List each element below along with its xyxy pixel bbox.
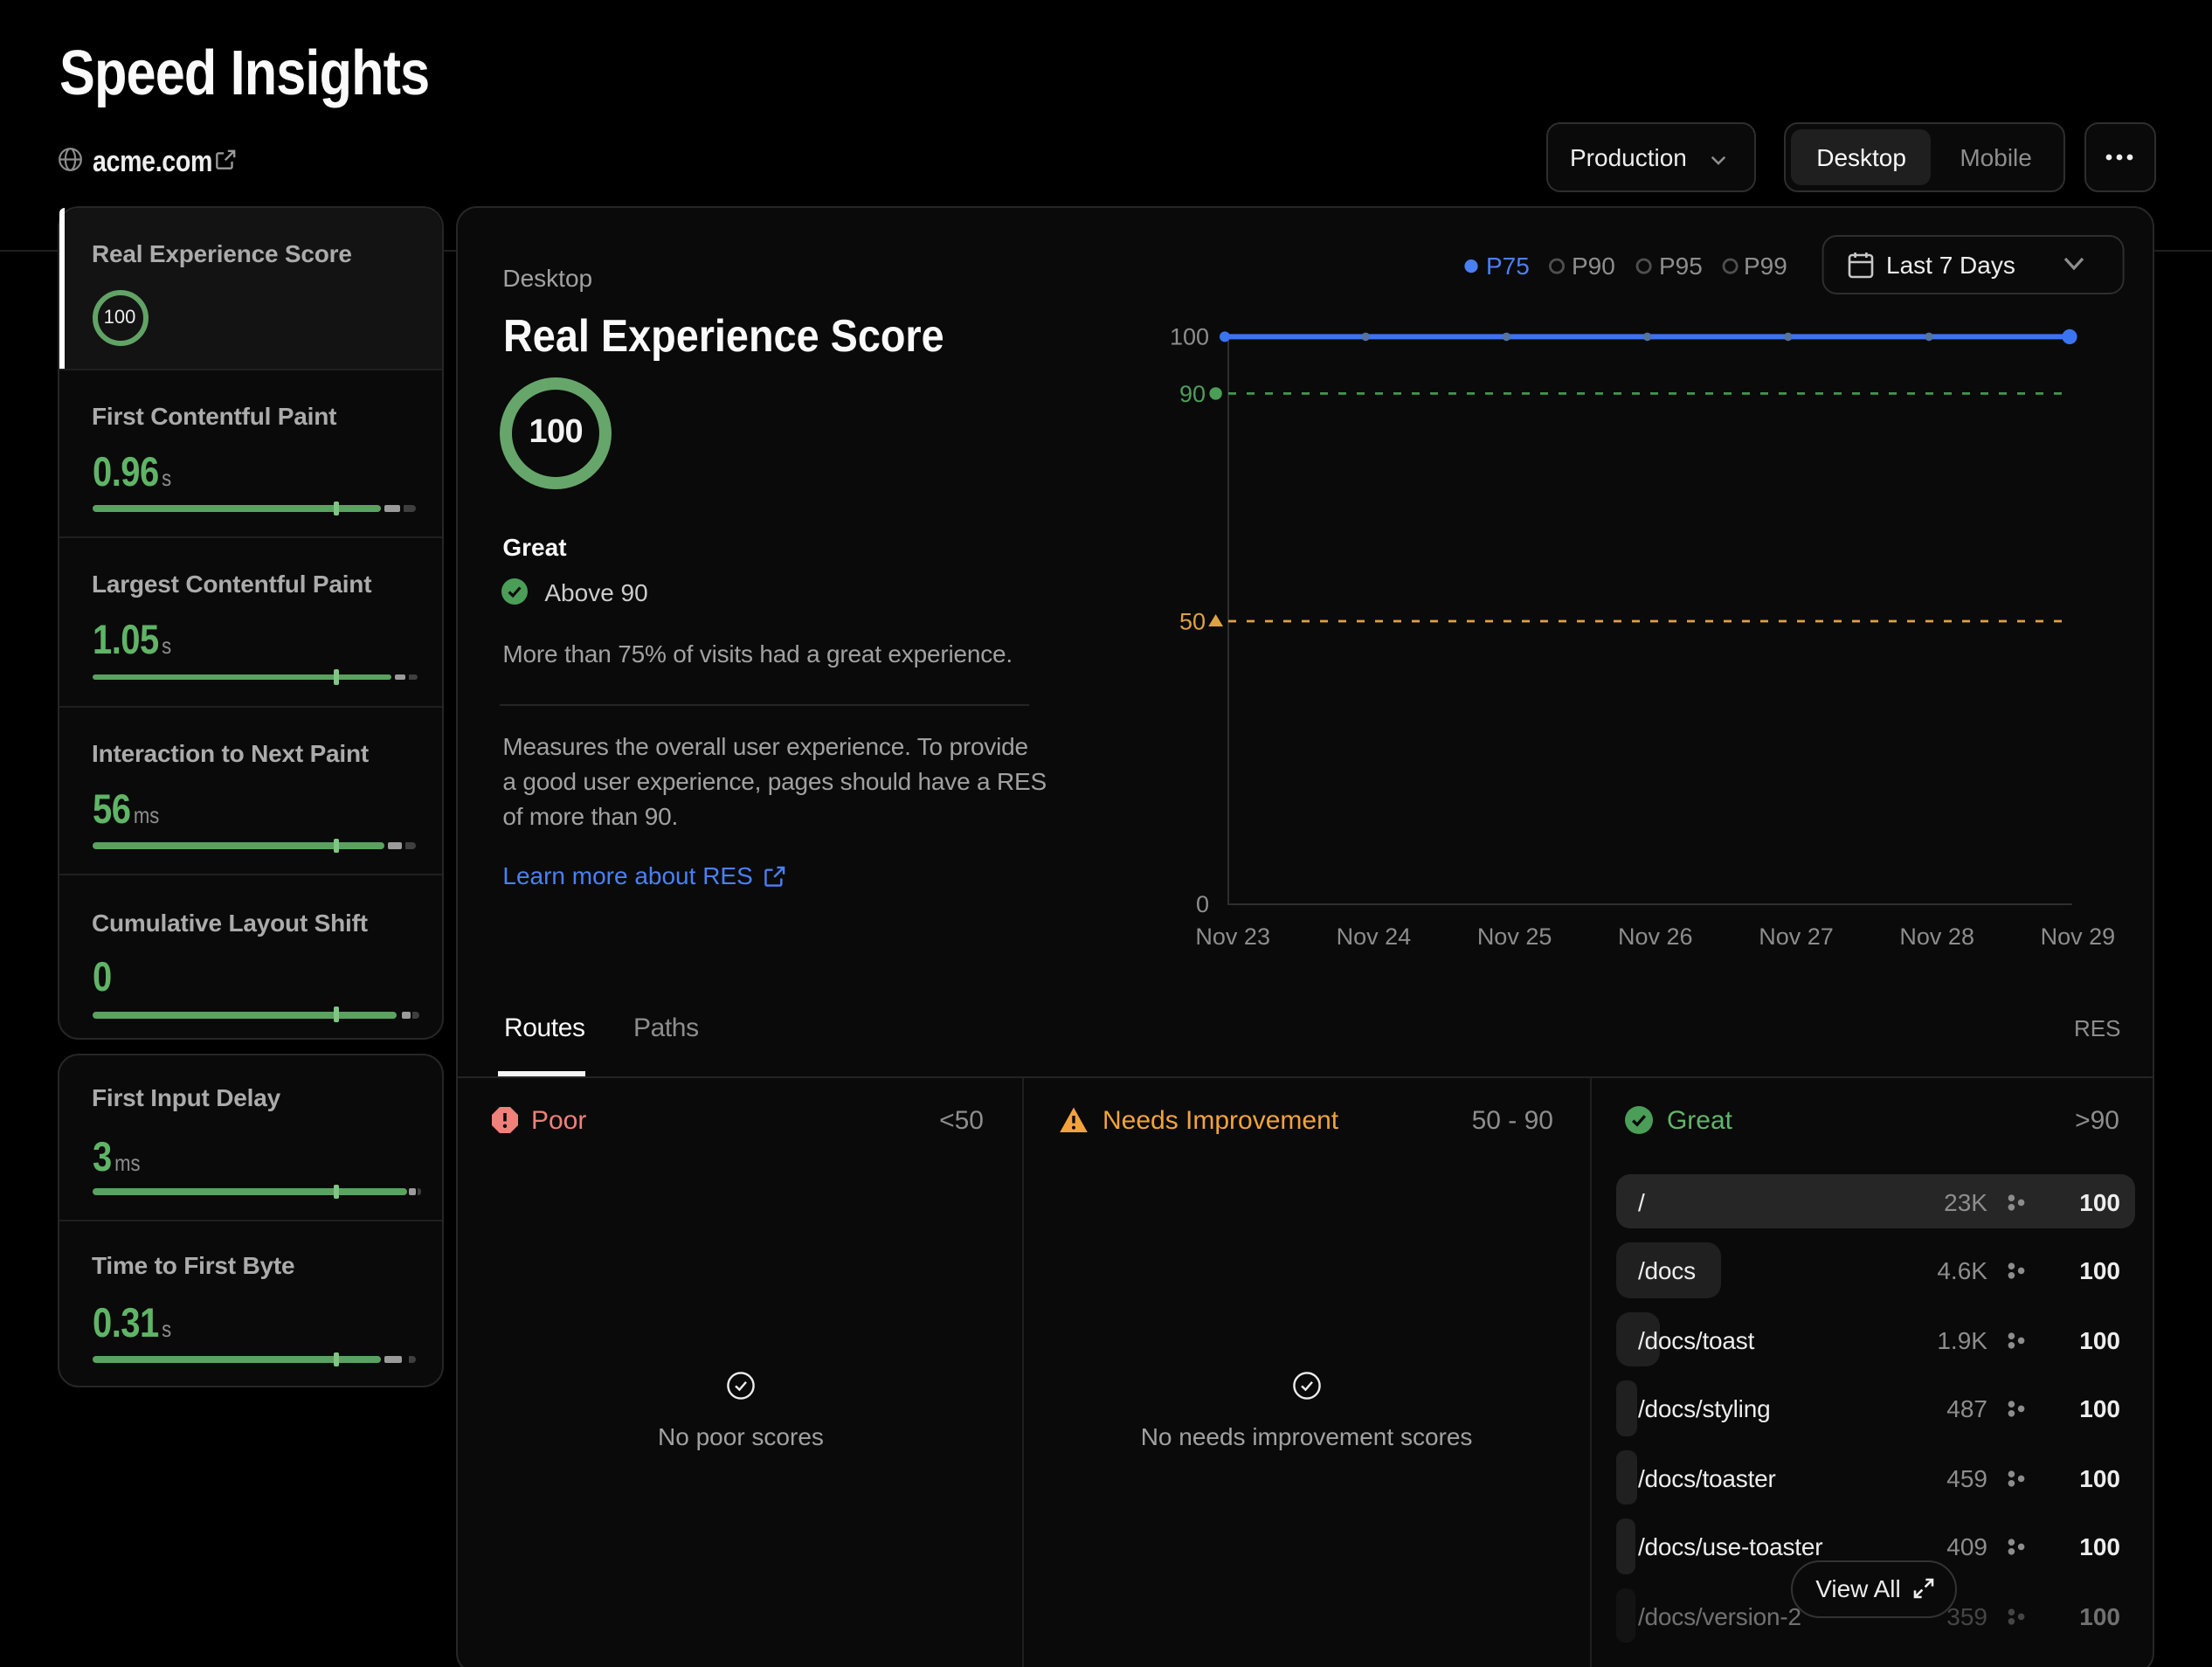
svg-text:Last 7 Days: Last 7 Days [1886,252,2015,279]
svg-text:P95: P95 [1659,252,1703,280]
svg-text:50: 50 [1179,608,1206,634]
svg-text:Nov 25: Nov 25 [1477,923,1552,950]
svg-text:Nov 28: Nov 28 [1899,923,1974,950]
svg-text:Nov 23: Nov 23 [1195,923,1270,950]
svg-text:0: 0 [1196,891,1209,917]
svg-text:P99: P99 [1744,252,1787,280]
svg-text:P75: P75 [1486,252,1530,280]
svg-text:90: 90 [1179,381,1206,407]
svg-text:Nov 24: Nov 24 [1337,923,1412,950]
svg-text:100: 100 [1170,323,1209,349]
svg-text:Nov 29: Nov 29 [2041,923,2116,950]
svg-text:Nov 26: Nov 26 [1618,923,1693,950]
svg-text:Nov 27: Nov 27 [1759,923,1834,950]
svg-text:P90: P90 [1572,252,1615,280]
